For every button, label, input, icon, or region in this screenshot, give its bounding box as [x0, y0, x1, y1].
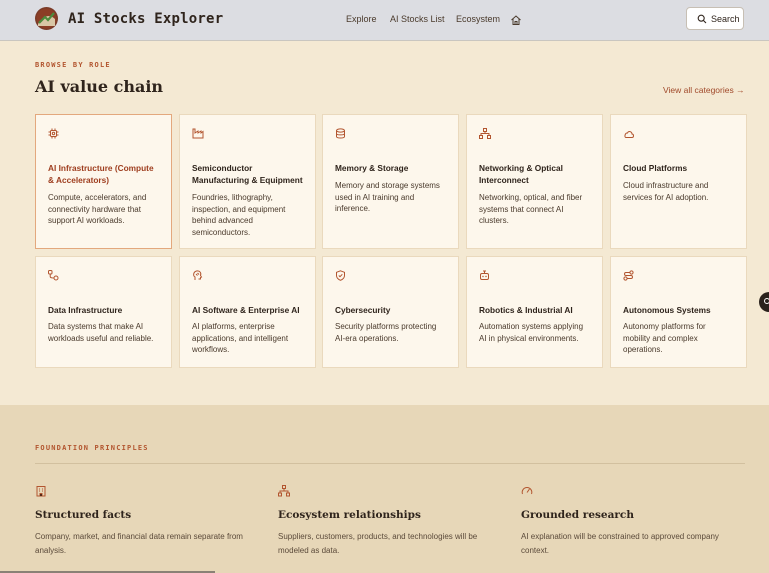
factory-icon: [192, 126, 204, 144]
card-description: AI platforms, enterprise applications, a…: [192, 322, 289, 355]
category-card-networking[interactable]: Networking & Optical Interconnect Networ…: [466, 114, 603, 249]
card-title: AI Software & Enterprise AI: [192, 305, 300, 315]
cloud-icon: [623, 126, 635, 144]
category-card-autonomous-systems[interactable]: Autonomous Systems Autonomy platforms fo…: [610, 256, 747, 368]
robot-icon: [479, 268, 490, 286]
pillar-title: Ecosystem relationships: [278, 509, 421, 521]
divider: [35, 463, 745, 464]
card-title: AI Infrastructure (Compute & Accelerator…: [48, 163, 154, 185]
pillar-title: Structured facts: [35, 509, 132, 521]
search-button-label: Search: [711, 14, 740, 24]
card-description: Compute, accelerators, and connectivity …: [48, 193, 147, 226]
top-header: AI Stocks Explorer Explore AI Stocks Lis…: [0, 0, 769, 41]
pillar-description: Company, market, and financial data rema…: [35, 532, 243, 555]
category-card-ai-infrastructure[interactable]: AI Infrastructure (Compute & Accelerator…: [35, 114, 172, 249]
section-title: AI value chain: [35, 77, 164, 96]
floating-side-tab[interactable]: [759, 292, 769, 312]
app-logo-icon[interactable]: [35, 7, 58, 30]
route-icon: [623, 268, 634, 286]
browse-eyebrow: BROWSE BY ROLE: [35, 61, 111, 69]
card-title: Cloud Platforms: [623, 163, 688, 173]
card-title: Cybersecurity: [335, 305, 391, 315]
card-title: Networking & Optical Interconnect: [479, 163, 563, 185]
search-button[interactable]: Search: [686, 7, 744, 30]
category-card-memory-storage[interactable]: Memory & Storage Memory and storage syst…: [322, 114, 459, 249]
view-all-categories-link[interactable]: View all categories →: [663, 85, 745, 95]
brain-icon: [192, 268, 203, 286]
gauge-icon: [521, 484, 533, 502]
card-title: Memory & Storage: [335, 163, 409, 173]
card-description: Automation systems applying AI in physic…: [479, 322, 584, 343]
card-title: Data Infrastructure: [48, 305, 123, 315]
card-title: Autonomous Systems: [623, 305, 711, 315]
card-description: Autonomy platforms for mobility and comp…: [623, 322, 706, 355]
foundation-section: FOUNDATION PRINCIPLES Structured facts C…: [0, 405, 769, 573]
chip-icon: [48, 126, 59, 144]
building-icon: [35, 484, 47, 502]
search-icon: [697, 14, 707, 24]
network-icon: [278, 484, 290, 502]
card-title: Semiconductor Manufacturing & Equipment: [192, 163, 303, 185]
card-description: Security platforms protecting AI-era ope…: [335, 322, 437, 343]
category-card-cloud-platforms[interactable]: Cloud Platforms Cloud infrastructure and…: [610, 114, 747, 249]
category-card-data-infrastructure[interactable]: Data Infrastructure Data systems that ma…: [35, 256, 172, 368]
database-icon: [335, 126, 346, 144]
shield-icon: [335, 268, 346, 286]
card-description: Memory and storage systems used in AI tr…: [335, 181, 440, 214]
foundation-eyebrow: FOUNDATION PRINCIPLES: [35, 444, 149, 452]
category-card-robotics[interactable]: Robotics & Industrial AI Automation syst…: [466, 256, 603, 368]
category-card-semiconductor[interactable]: Semiconductor Manufacturing & Equipment …: [179, 114, 316, 249]
pillar-title: Grounded research: [521, 509, 634, 521]
workflow-icon: [48, 268, 59, 286]
nav-explore[interactable]: Explore: [346, 14, 377, 24]
pillar-description: AI explanation will be constrained to ap…: [521, 532, 719, 555]
category-card-ai-software[interactable]: AI Software & Enterprise AI AI platforms…: [179, 256, 316, 368]
card-title: Robotics & Industrial AI: [479, 305, 573, 315]
card-description: Cloud infrastructure and services for AI…: [623, 181, 709, 202]
home-icon[interactable]: [510, 13, 522, 31]
nav-ai-stocks-list[interactable]: AI Stocks List: [390, 14, 445, 24]
pillar-description: Suppliers, customers, products, and tech…: [278, 532, 478, 555]
card-description: Networking, optical, and fiber systems t…: [479, 193, 583, 226]
app-title[interactable]: AI Stocks Explorer: [68, 11, 223, 27]
nav-ecosystem[interactable]: Ecosystem: [456, 14, 500, 24]
category-card-cybersecurity[interactable]: Cybersecurity Security platforms protect…: [322, 256, 459, 368]
network-icon: [479, 126, 491, 144]
card-description: Data systems that make AI workloads usef…: [48, 322, 154, 343]
card-description: Foundries, lithography, inspection, and …: [192, 193, 286, 238]
